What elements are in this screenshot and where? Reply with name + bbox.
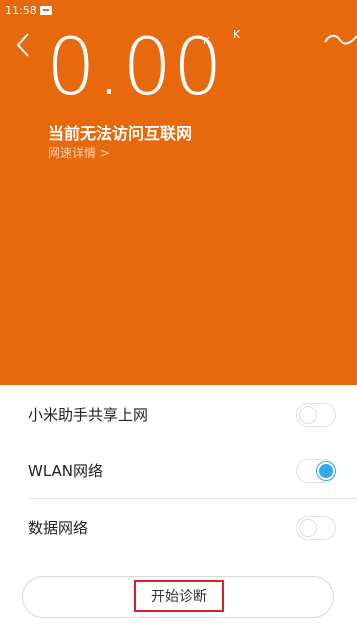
chevron-left-icon — [16, 33, 29, 57]
connection-status: 当前无法访问互联网 — [48, 124, 193, 143]
status-time: 11:58 — [5, 4, 37, 17]
speed-unit: K — [203, 36, 210, 47]
setting-label: 数据网络 — [28, 519, 89, 537]
toggle-knob — [299, 406, 317, 424]
setting-label: 小米助手共享上网 — [28, 406, 149, 424]
curl-icon — [324, 34, 357, 45]
hotspot-toggle[interactable] — [296, 403, 336, 427]
setting-label: WLAN网络 — [28, 462, 104, 480]
message-icon — [40, 6, 52, 15]
setting-row-mobile-data[interactable]: 数据网络 — [0, 499, 357, 555]
status-bar: 11:58 — [0, 0, 357, 22]
mobile-data-toggle[interactable] — [296, 516, 336, 540]
speed-details-link[interactable]: 网速详情 > — [48, 144, 110, 161]
back-button[interactable] — [12, 30, 36, 60]
toggle-knob — [317, 462, 335, 480]
setting-row-wlan[interactable]: WLAN网络 — [0, 442, 357, 498]
page-curl-button[interactable] — [322, 28, 357, 52]
setting-row-hotspot[interactable]: 小米助手共享上网 — [0, 386, 357, 442]
diagnose-button-label[interactable]: 开始诊断 — [134, 580, 224, 612]
speed-unit-secondary: K — [233, 28, 241, 41]
speed-value: 0.00 — [46, 23, 224, 113]
wlan-toggle[interactable] — [296, 459, 336, 483]
toggle-knob — [299, 519, 317, 537]
speed-panel: 11:58 0.00 K K 当前无法访问互联网 网速详情 > — [0, 0, 357, 385]
